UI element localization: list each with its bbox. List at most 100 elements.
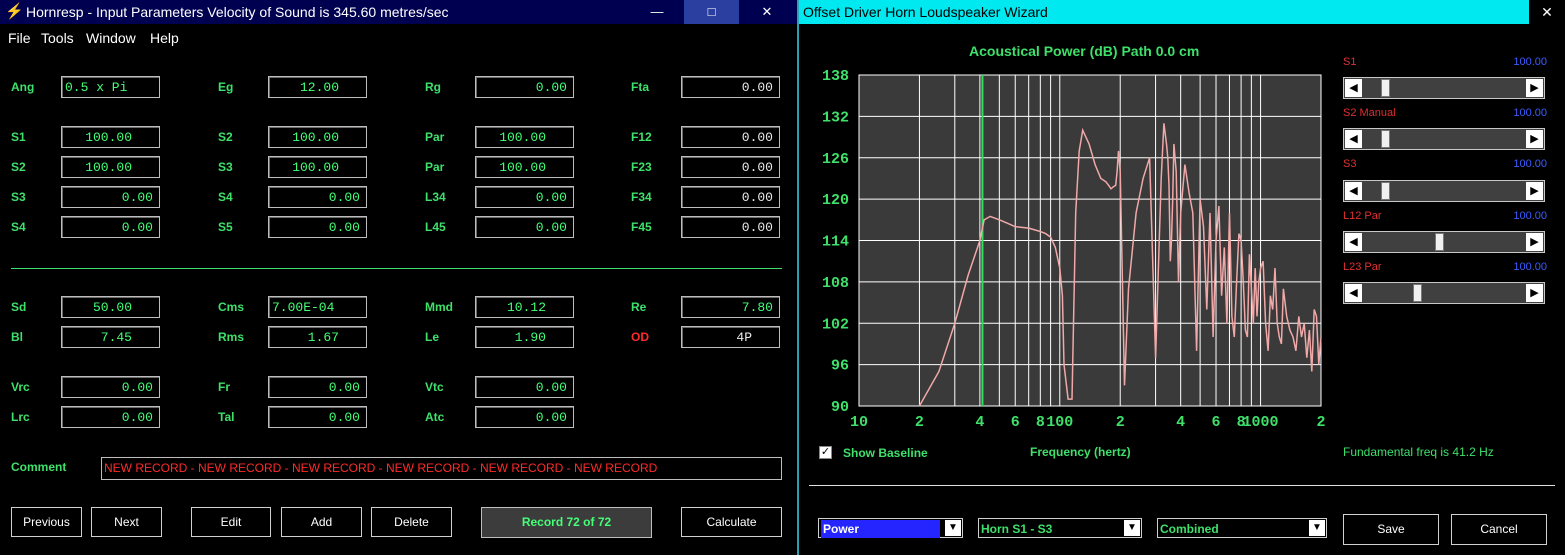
menu-help[interactable]: Help <box>150 30 179 46</box>
atc-field[interactable]: 0.00 <box>475 406 574 428</box>
slider-s1[interactable]: ◀ ▶ <box>1343 77 1545 99</box>
bottom-divider <box>809 485 1555 486</box>
s2-field-a[interactable]: 100.00 <box>268 126 367 148</box>
arrow-right-icon[interactable]: ▶ <box>1526 79 1543 97</box>
arrow-left-icon[interactable]: ◀ <box>1345 233 1362 251</box>
lrc-field[interactable]: 0.00 <box>61 406 160 428</box>
menu-window[interactable]: Window <box>86 30 136 46</box>
edit-button[interactable]: Edit <box>191 507 271 537</box>
par-field-2[interactable]: 100.00 <box>475 156 574 178</box>
slider-thumb[interactable] <box>1413 284 1423 302</box>
f45-label: F45 <box>631 220 652 234</box>
slider-thumb[interactable] <box>1380 130 1390 148</box>
menu-tools[interactable]: Tools <box>41 30 74 46</box>
arrow-left-icon[interactable]: ◀ <box>1345 79 1362 97</box>
s3-field[interactable]: 0.00 <box>61 186 160 208</box>
mmd-field[interactable]: 10.12 <box>475 296 574 318</box>
rms-field[interactable]: 1.67 <box>268 326 367 348</box>
vrc-field[interactable]: 0.00 <box>61 376 160 398</box>
cancel-button[interactable]: Cancel <box>1451 514 1547 545</box>
save-button[interactable]: Save <box>1343 514 1439 545</box>
slider-thumb[interactable] <box>1434 233 1444 251</box>
par-field-1[interactable]: 100.00 <box>475 126 574 148</box>
comment-field[interactable]: NEW RECORD - NEW RECORD - NEW RECORD - N… <box>101 457 782 480</box>
y-tick-label: 90 <box>831 399 849 416</box>
arrow-right-icon[interactable]: ▶ <box>1526 284 1543 302</box>
f45-field[interactable]: 0.00 <box>681 216 780 238</box>
slider-thumb[interactable] <box>1380 79 1390 97</box>
rg-label: Rg <box>425 80 441 94</box>
arrow-right-icon[interactable]: ▶ <box>1526 233 1543 251</box>
arrow-left-icon[interactable]: ◀ <box>1345 284 1362 302</box>
cms-field[interactable]: 7.00E-04 <box>268 296 367 318</box>
arrow-right-icon[interactable]: ▶ <box>1526 182 1543 200</box>
path-dropdown[interactable]: Horn S1 - S3 ▼ <box>978 518 1142 538</box>
calculate-button[interactable]: Calculate <box>681 507 782 537</box>
fr-label: Fr <box>218 380 230 394</box>
combo-dropdown[interactable]: Combined ▼ <box>1157 518 1327 538</box>
eg-field[interactable]: 12.00 <box>268 76 367 98</box>
slider-s2-value: 100.00 <box>1513 107 1547 119</box>
maximize-button[interactable]: □ <box>684 0 739 24</box>
re-label: Re <box>631 300 647 314</box>
x-tick-label: 8 <box>1036 414 1045 431</box>
re-field[interactable]: 7.80 <box>681 296 780 318</box>
previous-button[interactable]: Previous <box>11 507 82 537</box>
s5-field[interactable]: 0.00 <box>268 216 367 238</box>
next-button[interactable]: Next <box>91 507 162 537</box>
mode-dropdown[interactable]: Power ▼ <box>818 518 963 538</box>
s1-field[interactable]: 100.00 <box>61 126 160 148</box>
slider-l23-value: 100.00 <box>1513 261 1547 273</box>
x-tick-label: 6 <box>1212 414 1221 431</box>
bl-field[interactable]: 7.45 <box>61 326 160 348</box>
slider-s3[interactable]: ◀ ▶ <box>1343 180 1545 202</box>
s2-label: S2 <box>11 160 26 174</box>
tal-field[interactable]: 0.00 <box>268 406 367 428</box>
close-button[interactable]: ✕ <box>740 0 794 24</box>
arrow-left-icon[interactable]: ◀ <box>1345 182 1362 200</box>
s2-field[interactable]: 100.00 <box>61 156 160 178</box>
slider-thumb[interactable] <box>1380 182 1390 200</box>
vtc-field[interactable]: 0.00 <box>475 376 574 398</box>
f23-label: F23 <box>631 160 652 174</box>
slider-l23[interactable]: ◀ ▶ <box>1343 282 1545 304</box>
sd-field[interactable]: 50.00 <box>61 296 160 318</box>
le-field[interactable]: 1.90 <box>475 326 574 348</box>
arrow-right-icon[interactable]: ▶ <box>1526 130 1543 148</box>
l34-field[interactable]: 0.00 <box>475 186 574 208</box>
fta-field[interactable]: 0.00 <box>681 76 780 98</box>
tal-label: Tal <box>218 410 235 424</box>
right-window-title: Offset Driver Horn Loudspeaker Wizard <box>803 4 1048 20</box>
s3-label: S3 <box>11 190 26 204</box>
ang-field[interactable]: 0.5 x Pi <box>61 76 160 98</box>
delete-button[interactable]: Delete <box>371 507 452 537</box>
minimize-button[interactable]: — <box>630 0 684 24</box>
add-button[interactable]: Add <box>281 507 362 537</box>
slider-s2-label: S2 Manual <box>1343 107 1396 119</box>
l45-field[interactable]: 0.00 <box>475 216 574 238</box>
od-field[interactable]: 4P <box>681 326 780 348</box>
combo-dropdown-value: Combined <box>1160 522 1219 536</box>
y-tick-label: 102 <box>822 316 849 333</box>
arrow-left-icon[interactable]: ◀ <box>1345 130 1362 148</box>
wizard-close-button[interactable]: ✕ <box>1529 0 1565 24</box>
s4-label-a: S4 <box>218 190 233 204</box>
y-tick-label: 132 <box>822 109 849 126</box>
input-parameters-window: ⚡ Hornresp - Input Parameters Velocity o… <box>0 0 797 555</box>
s3-field-a[interactable]: 100.00 <box>268 156 367 178</box>
f23-field[interactable]: 0.00 <box>681 156 780 178</box>
f12-field[interactable]: 0.00 <box>681 126 780 148</box>
slider-s2[interactable]: ◀ ▶ <box>1343 128 1545 150</box>
show-baseline-label: Show Baseline <box>843 446 928 460</box>
s4-field[interactable]: 0.00 <box>61 216 160 238</box>
x-tick-label: 2 <box>915 414 924 431</box>
s4-field-a[interactable]: 0.00 <box>268 186 367 208</box>
fr-field[interactable]: 0.00 <box>268 376 367 398</box>
rg-field[interactable]: 0.00 <box>475 76 574 98</box>
left-title-bar: ⚡ Hornresp - Input Parameters Velocity o… <box>0 0 797 24</box>
slider-l12[interactable]: ◀ ▶ <box>1343 231 1545 253</box>
show-baseline-checkbox[interactable]: ✓ <box>819 446 832 459</box>
x-tick-label: 10 <box>850 414 868 431</box>
f34-field[interactable]: 0.00 <box>681 186 780 208</box>
menu-file[interactable]: File <box>8 30 31 46</box>
